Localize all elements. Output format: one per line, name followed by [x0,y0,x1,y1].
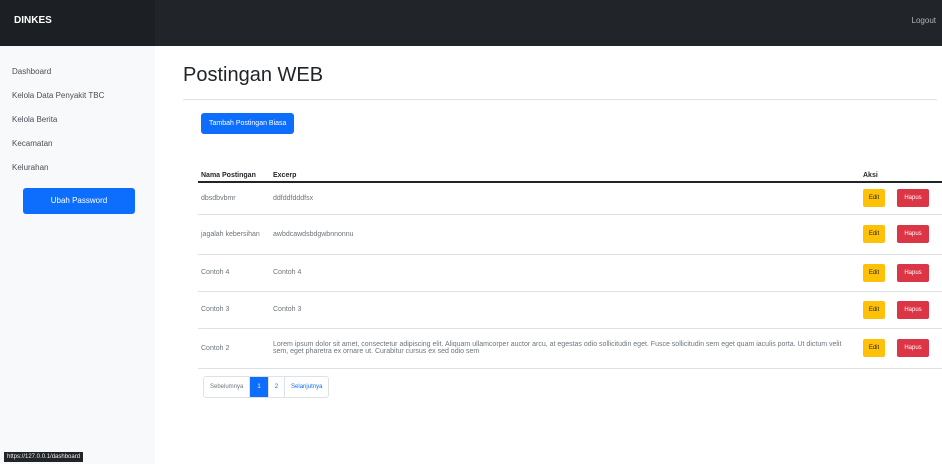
title-divider [183,99,937,100]
delete-button[interactable]: Hapus [897,300,929,319]
sidebar: Dashboard Kelola Data Penyakit TBC Kelol… [0,46,155,464]
page-title: Postingan WEB [183,64,324,86]
edit-button[interactable]: Edit [863,225,885,243]
delete-button[interactable]: Hapus [897,339,929,357]
posts-table: Nama Postingan Excerp Aksi dbsdbvbmr ddf… [198,146,942,369]
table-row: dbsdbvbmr ddfddfdddfsx Edit Hapus [198,182,942,215]
sidebar-item-kecamatan[interactable]: Kecamatan [0,132,155,156]
edit-button[interactable]: Edit [863,263,885,282]
pagination: Sebelumnya 1 2 Selanjutnya [203,376,330,398]
table-row: Contoh 4 Contoh 4 Edit Hapus [198,254,942,292]
post-name: Contoh 3 [198,291,270,329]
table-header-row: Nama Postingan Excerp Aksi [198,146,942,183]
pagination-page-2[interactable]: 2 [269,377,286,397]
edit-button[interactable]: Edit [863,189,885,208]
post-excerpt: awbdcawdsbdgwbnnonnu [270,214,860,255]
action-cell: Edit Hapus [860,291,942,329]
edit-button[interactable]: Edit [863,300,885,319]
edit-button[interactable]: Edit [863,339,885,357]
action-cell: Edit Hapus [860,328,942,369]
action-cell: Edit Hapus [860,182,942,215]
delete-button[interactable]: Hapus [897,263,929,282]
status-bar-url: https://127.0.0.1/dashboard [4,452,84,462]
post-name: jagalah kebersihan [198,214,270,255]
header-excerpt: Excerp [270,146,860,183]
post-name: Contoh 2 [198,328,270,369]
add-post-button[interactable]: Tambah Postingan Biasa [201,113,295,134]
delete-button[interactable]: Hapus [897,189,929,208]
sidebar-item-kelola-berita[interactable]: Kelola Berita [0,108,155,132]
action-cell: Edit Hapus [860,254,942,292]
post-name: Contoh 4 [198,254,270,292]
table-row: jagalah kebersihan awbdcawdsbdgwbnnonnu … [198,214,942,255]
pagination-previous[interactable]: Sebelumnya [204,377,251,397]
header-name: Nama Postingan [198,146,270,183]
post-excerpt: Lorem ipsum dolor sit amet, consectetur … [270,328,860,369]
sidebar-item-dashboard[interactable]: Dashboard [0,60,155,84]
table-row: Contoh 2 Lorem ipsum dolor sit amet, con… [198,328,942,369]
logout-link[interactable]: Logout [912,16,936,25]
main-content: Postingan WEB Tambah Postingan Biasa Nam… [183,46,942,398]
pagination-next[interactable]: Selanjutnya [285,377,328,397]
header-action: Aksi [860,146,942,183]
table-row: Contoh 3 Contoh 3 Edit Hapus [198,291,942,329]
post-excerpt: Contoh 4 [270,254,860,292]
post-name: dbsdbvbmr [198,182,270,215]
pagination-page-1[interactable]: 1 [250,377,269,397]
sidebar-item-kelurahan[interactable]: Kelurahan [0,156,155,180]
brand-logo[interactable]: DINKES [0,0,155,46]
action-cell: Edit Hapus [860,214,942,255]
delete-button[interactable]: Hapus [897,225,929,243]
post-excerpt: ddfddfdddfsx [270,182,860,215]
change-password-button[interactable]: Ubah Password [23,188,135,214]
post-excerpt: Contoh 3 [270,291,860,329]
top-navbar: DINKES Logout [0,0,942,46]
sidebar-item-kelola-tbc[interactable]: Kelola Data Penyakit TBC [0,84,155,108]
